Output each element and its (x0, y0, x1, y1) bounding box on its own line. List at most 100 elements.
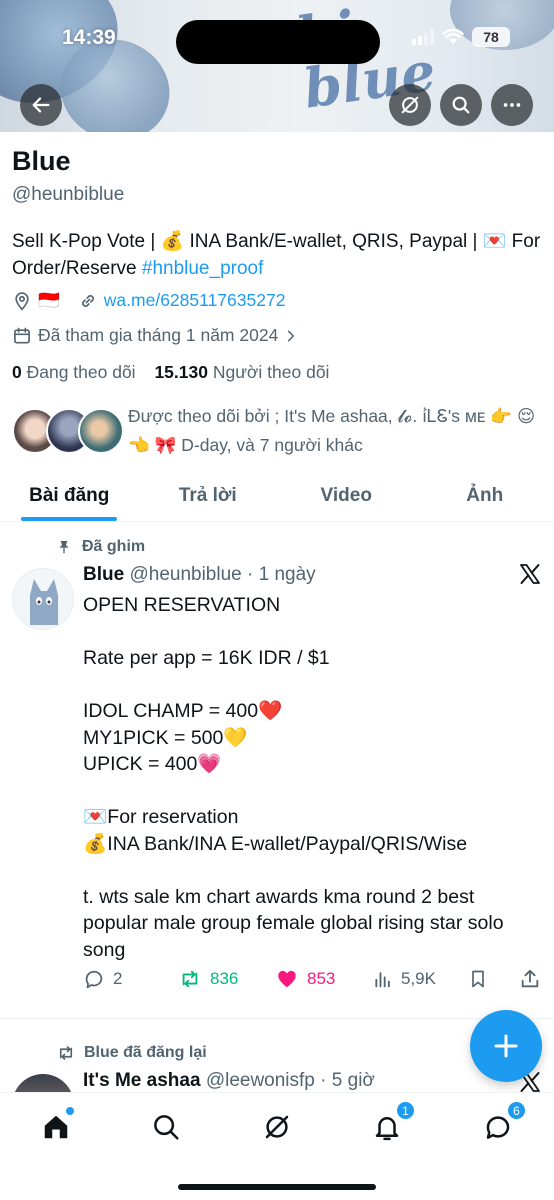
profile-meta-location-website: 🇮🇩 wa.me/6285117635272 (12, 290, 285, 311)
repost-count: 836 (210, 969, 239, 988)
link-icon (81, 294, 94, 307)
calendar-icon (14, 327, 30, 343)
profile-meta-joined[interactable]: Đã tham gia tháng 1 năm 2024 (12, 325, 298, 346)
reply-icon (85, 970, 103, 989)
profile-name: Blue (12, 146, 71, 176)
post-line: MY1PICK = 500💛 (83, 726, 248, 749)
nav-home[interactable] (36, 1107, 76, 1147)
chevron-right-icon (288, 330, 295, 341)
post-body[interactable]: OPEN RESERVATION Rate per app = 16K IDR … (83, 592, 543, 963)
reply-button[interactable]: 2 (83, 968, 122, 990)
post-line: 💰INA Bank/INA E-wallet/Paypal/QRIS/Wise (83, 832, 468, 855)
status-bar: 14:39 78 (0, 20, 554, 64)
bar-chart-icon (375, 972, 390, 988)
tab-video[interactable]: Video (277, 470, 416, 521)
post-line: Rate per app = 16K IDR / $1 (83, 647, 330, 669)
tab-photos[interactable]: Ảnh (416, 470, 554, 521)
repost-indicator: Blue đã đăng lại (56, 1044, 207, 1062)
following-label: Đang theo dõi (21, 362, 136, 382)
followed-by-text[interactable]: Được theo dõi bởi ; It's Me ashaa, 𝓵𝓸. í… (128, 402, 543, 460)
more-horizontal-icon (503, 103, 521, 107)
pin-icon (59, 541, 69, 554)
tab-posts[interactable]: Bài đăng (0, 470, 139, 521)
post-header: Blue @heunbiblue · 1 ngày (83, 564, 316, 586)
bookmark-icon (472, 970, 484, 988)
post-time: · 5 giờ (314, 1070, 375, 1091)
followers-label: Người theo dõi (207, 362, 330, 382)
profile-handle: @heunbiblue (12, 184, 125, 205)
post-author-handle[interactable]: @leewonisfp (206, 1070, 315, 1091)
bookmark-button[interactable] (468, 968, 488, 990)
status-indicators: 78 (412, 27, 510, 47)
home-icon (44, 1115, 68, 1139)
bio-text: Sell K-Pop Vote | 💰 INA Bank/E-wallet, Q… (12, 231, 541, 279)
post-author-avatar[interactable] (12, 568, 74, 630)
home-indicator (178, 1184, 376, 1190)
repost-button[interactable]: 836 (178, 968, 238, 990)
post-author-handle[interactable]: @heunbiblue (129, 564, 241, 585)
bio-hashtag-link[interactable]: #hnblue_proof (142, 258, 264, 279)
x-logo-icon (518, 562, 542, 591)
battery-indicator: 78 (472, 27, 510, 47)
heart-icon (278, 970, 296, 988)
notifications-badge: 1 (396, 1101, 415, 1120)
messages-badge: 6 (507, 1101, 526, 1120)
profile-bio: Sell K-Pop Vote | 💰 INA Bank/E-wallet, Q… (12, 228, 542, 282)
post-line (83, 857, 543, 884)
nav-messages[interactable]: 6 (478, 1101, 526, 1147)
signal-icon (412, 29, 434, 45)
search-icon (452, 96, 470, 114)
post-line: 💌For reservation (83, 806, 239, 828)
pinned-label: Đã ghim (82, 538, 146, 555)
post-time: · 1 ngày (241, 564, 316, 585)
followers-link[interactable]: 15.130 Người theo dõi (154, 362, 329, 382)
follower-avatar (78, 408, 124, 454)
view-count: 5,9K (401, 969, 436, 988)
joined-date: Đã tham gia tháng 1 năm 2024 (38, 325, 279, 345)
location-pin-icon (15, 291, 29, 311)
pinned-indicator: Đã ghim (56, 538, 145, 556)
post-line (83, 778, 543, 805)
website-link[interactable]: wa.me/6285117635272 (104, 290, 286, 311)
follow-counts: 0 Đang theo dõi 15.130 Người theo dõi (12, 362, 329, 383)
compose-button[interactable] (470, 1010, 542, 1082)
nav-grok[interactable] (257, 1107, 297, 1147)
views-button[interactable]: 5,9K (373, 968, 436, 990)
post-line: UPICK = 400💗 (83, 753, 222, 775)
nav-search[interactable] (146, 1107, 186, 1147)
post-author-name[interactable]: It's Me ashaa (83, 1070, 201, 1091)
repost-icon (182, 970, 198, 988)
share-icon (521, 969, 539, 988)
wifi-icon (442, 29, 464, 44)
following-link[interactable]: 0 Đang theo dõi (12, 362, 136, 382)
followed-by-avatars[interactable] (12, 408, 124, 454)
following-count: 0 (12, 362, 22, 382)
repost-label: Blue đã đăng lại (84, 1044, 207, 1061)
repost-icon (59, 1046, 73, 1060)
status-time: 14:39 (62, 26, 116, 49)
post-actions: 2 836 853 5,9K (83, 968, 543, 998)
like-count: 853 (307, 969, 336, 988)
tab-replies[interactable]: Trả lời (139, 470, 278, 521)
post-line: OPEN RESERVATION (83, 594, 281, 616)
search-profile-button[interactable] (440, 84, 482, 126)
post-line (83, 672, 543, 699)
post-author-name[interactable]: Blue (83, 564, 124, 585)
grok-icon (265, 1115, 289, 1139)
post-header: It's Me ashaa @leewonisfp · 5 giờ (83, 1070, 375, 1092)
location-flag: 🇮🇩 (38, 290, 60, 310)
nav-notifications[interactable]: 1 (367, 1101, 415, 1147)
arrow-left-icon (32, 97, 50, 113)
post-divider (0, 1018, 554, 1019)
cat-avatar-icon (30, 579, 58, 625)
more-options-button[interactable] (491, 84, 533, 126)
post-line: t. wts sale km chart awards kma round 2 … (83, 885, 504, 961)
like-button[interactable]: 853 (275, 968, 335, 990)
grok-button[interactable] (389, 84, 431, 126)
back-button[interactable] (20, 84, 62, 126)
plus-icon (494, 1034, 518, 1058)
search-icon (154, 1115, 179, 1140)
share-button[interactable] (519, 968, 541, 990)
reply-count: 2 (113, 969, 123, 988)
dynamic-island (176, 20, 380, 64)
